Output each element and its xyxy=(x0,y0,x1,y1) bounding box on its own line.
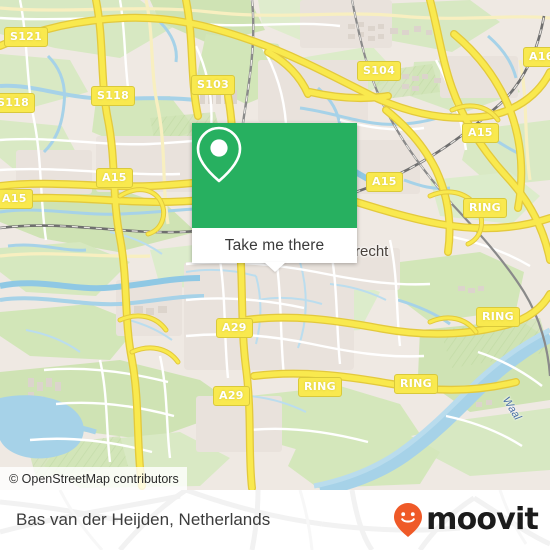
footer-bar: Bas van der Heijden, Netherlands moovit xyxy=(0,490,550,550)
road-shield-a15-w: A15 xyxy=(0,189,33,209)
road-shield-ring-e: RING xyxy=(476,307,520,327)
take-me-there-button[interactable]: Take me there xyxy=(192,228,357,263)
city-label-dordrecht: recht xyxy=(355,243,389,260)
popup-image-placeholder xyxy=(192,123,357,228)
moovit-map-share-card: S121 S118 S118 S103 S104 A16 A15 A15 A15… xyxy=(0,0,550,550)
road-shield-s121: S121 xyxy=(4,27,49,47)
road-shield-s118: S118 xyxy=(91,86,136,106)
moovit-logo[interactable]: moovit xyxy=(393,502,539,538)
location-popup-card[interactable]: Take me there xyxy=(192,123,357,272)
road-shield-ring-s: RING xyxy=(298,377,342,397)
map-canvas[interactable]: S121 S118 S118 S103 S104 A16 A15 A15 A15… xyxy=(0,0,550,490)
road-shield-a15-ne: A15 xyxy=(462,123,499,143)
moovit-wordmark: moovit xyxy=(426,502,539,537)
map-pin-icon xyxy=(196,126,242,183)
road-shield-s103: S103 xyxy=(191,75,236,95)
road-shield-ring-ne: RING xyxy=(463,198,507,218)
take-me-there-label: Take me there xyxy=(224,236,325,254)
road-shield-a29-n: A29 xyxy=(216,318,253,338)
road-shield-a15-nw: A15 xyxy=(96,168,133,188)
road-shield-a29-s: A29 xyxy=(213,386,250,406)
osm-attribution-text: © OpenStreetMap contributors xyxy=(9,471,179,486)
road-shield-s118-west: S118 xyxy=(0,93,36,113)
popup-pointer-tail xyxy=(263,262,286,272)
road-shield-a16: A16 xyxy=(523,47,550,67)
road-shield-s104: S104 xyxy=(357,61,402,81)
osm-attribution[interactable]: © OpenStreetMap contributors xyxy=(0,467,187,490)
moovit-pin-smile-icon xyxy=(394,503,423,537)
road-shield-a15-e: A15 xyxy=(366,172,403,192)
place-title: Bas van der Heijden, Netherlands xyxy=(16,510,271,529)
road-shield-ring-se: RING xyxy=(394,374,438,394)
